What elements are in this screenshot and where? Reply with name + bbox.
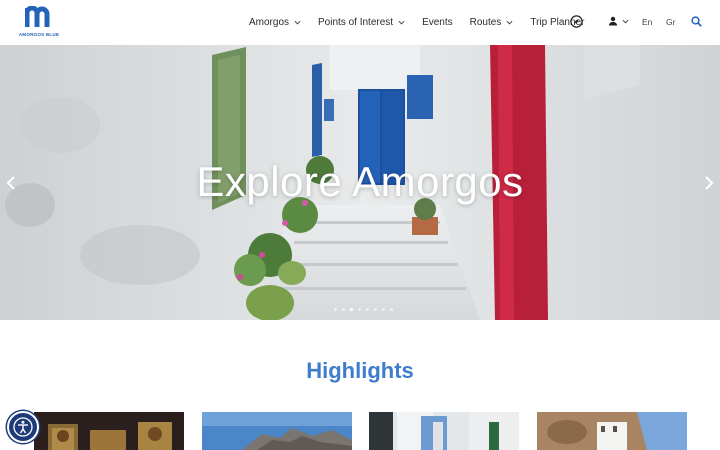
nav-item-events[interactable]: Events (422, 17, 453, 28)
accessibility-icon (13, 417, 33, 437)
language-gr[interactable]: Gr (666, 17, 675, 27)
language-en[interactable]: En (642, 17, 652, 27)
nav-item-label: Points of Interest (318, 17, 394, 28)
logo-m-icon (25, 6, 50, 27)
chevron-down-icon (294, 20, 301, 25)
highlight-card-2[interactable] (202, 412, 352, 450)
highlight-card-3[interactable] (369, 412, 519, 450)
coast-image (202, 412, 352, 450)
slider-dot[interactable] (366, 308, 369, 311)
slider-dot[interactable] (390, 308, 393, 311)
village-image (369, 412, 519, 450)
monastery-image (537, 412, 687, 450)
slider-dot[interactable] (350, 308, 353, 311)
accessibility-button[interactable] (7, 411, 39, 443)
highlight-card-1[interactable] (34, 412, 184, 450)
compass-icon[interactable] (570, 15, 583, 28)
chevron-right-icon[interactable] (702, 175, 716, 191)
hero-title: Explore Amorgos (196, 158, 524, 205)
nav-item-label: Routes (469, 17, 502, 28)
nav-item-label: Amorgos (249, 17, 290, 28)
search-icon[interactable] (691, 16, 702, 27)
slider-dot[interactable] (358, 308, 361, 311)
slider-pagination (334, 308, 398, 311)
nav-item-label: Events (422, 17, 453, 28)
slider-dot[interactable] (374, 308, 377, 311)
nav-item-points-of-interest[interactable]: Points of Interest (318, 17, 405, 28)
nav-item-amorgos[interactable]: Amorgos (249, 17, 301, 28)
chevron-down-icon (398, 20, 405, 25)
slider-dot[interactable] (342, 308, 345, 311)
icons-image (34, 412, 184, 450)
site-header: AMORGOS BLUE Amorgos Points of Interest … (0, 0, 720, 45)
hero-slider: Explore Amorgos (0, 45, 720, 320)
site-logo[interactable]: AMORGOS BLUE (16, 6, 62, 38)
nav-item-routes[interactable]: Routes (470, 17, 514, 28)
chevron-down-icon (506, 20, 513, 25)
user-icon (608, 16, 618, 26)
highlights-title: Highlights (306, 358, 414, 383)
slider-dot[interactable] (334, 308, 337, 311)
main-nav: Amorgos Points of Interest Events Routes… (249, 0, 601, 45)
chevron-down-icon (622, 19, 629, 24)
slider-dot[interactable] (382, 308, 385, 311)
chevron-left-icon[interactable] (4, 175, 18, 191)
user-menu[interactable] (608, 15, 630, 29)
highlight-card-4[interactable] (537, 412, 687, 450)
logo-text: AMORGOS BLUE (18, 32, 60, 37)
